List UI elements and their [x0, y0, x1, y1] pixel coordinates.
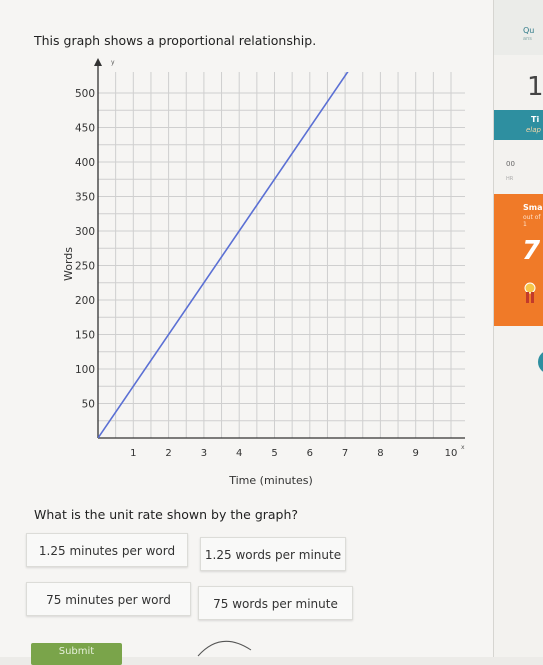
x-tick-label: 6 — [307, 448, 313, 459]
timer-unit: HR — [506, 176, 514, 182]
y-axis-mark: y — [111, 59, 115, 66]
line-chart: y x 1 2 3 4 5 6 7 8 9 10 50 100 150 200 250 300 350 400 450 5… — [62, 58, 465, 487]
x-tick-label: 5 — [271, 448, 277, 459]
smartscore-sub: out of 1 — [523, 214, 541, 228]
answer-option-3[interactable]: 75 minutes per word — [26, 582, 191, 616]
time-elapsed-label: Ti — [531, 115, 540, 124]
x-tick-label: 8 — [377, 448, 383, 459]
medal-icon — [524, 282, 536, 303]
x-tick-label: 2 — [165, 448, 171, 459]
y-tick-label: 450 — [75, 123, 95, 135]
x-tick-label: 1 — [130, 448, 136, 459]
questions-answered-sub: ans — [523, 36, 532, 42]
y-tick-label: 350 — [75, 192, 95, 204]
questions-answered-label: Qu — [523, 26, 535, 35]
y-tick-label: 400 — [75, 157, 95, 169]
y-axis-title: Words — [62, 247, 75, 281]
x-tick-label: 10 — [445, 448, 458, 459]
y-tick-label: 150 — [75, 330, 95, 342]
x-axis-title: Time (minutes) — [228, 474, 313, 487]
submit-button[interactable]: Submit — [31, 643, 122, 665]
smartscore-label: Smart — [523, 203, 543, 212]
answer-option-4[interactable]: 75 words per minute — [198, 586, 353, 620]
question-panel: This graph shows a proportional relation… — [0, 0, 493, 665]
decorative-arc — [197, 640, 252, 657]
y-tick-label: 100 — [75, 364, 95, 376]
x-tick-label: 3 — [201, 448, 207, 459]
sidebar-header — [494, 0, 543, 55]
x-tick-label: 4 — [236, 448, 242, 459]
x-axis-mark: x — [461, 444, 465, 451]
y-axis-arrow — [94, 58, 102, 66]
smartscore-value: 7 — [522, 236, 541, 266]
time-elapsed-sub: elap — [526, 126, 541, 134]
answer-option-1[interactable]: 1.25 minutes per word — [26, 533, 188, 567]
question-text: What is the unit rate shown by the graph… — [34, 507, 299, 522]
y-tick-label: 300 — [75, 226, 95, 238]
x-tick-label: 7 — [342, 448, 348, 459]
y-tick-label: 50 — [82, 399, 95, 411]
timer-value: 00 — [506, 160, 515, 168]
answer-option-2[interactable]: 1.25 words per minute — [200, 537, 346, 571]
sidebar-toggle-tab[interactable] — [538, 350, 543, 374]
y-tick-label: 200 — [75, 295, 95, 307]
x-tick-label: 9 — [413, 448, 419, 459]
progress-sidebar: Qu ans 1 Ti elap 00 HR Smart out of 1 7 — [493, 0, 543, 657]
y-tick-label: 250 — [75, 261, 95, 273]
y-tick-label: 500 — [75, 88, 95, 100]
questions-answered-count: 1 — [527, 72, 543, 102]
